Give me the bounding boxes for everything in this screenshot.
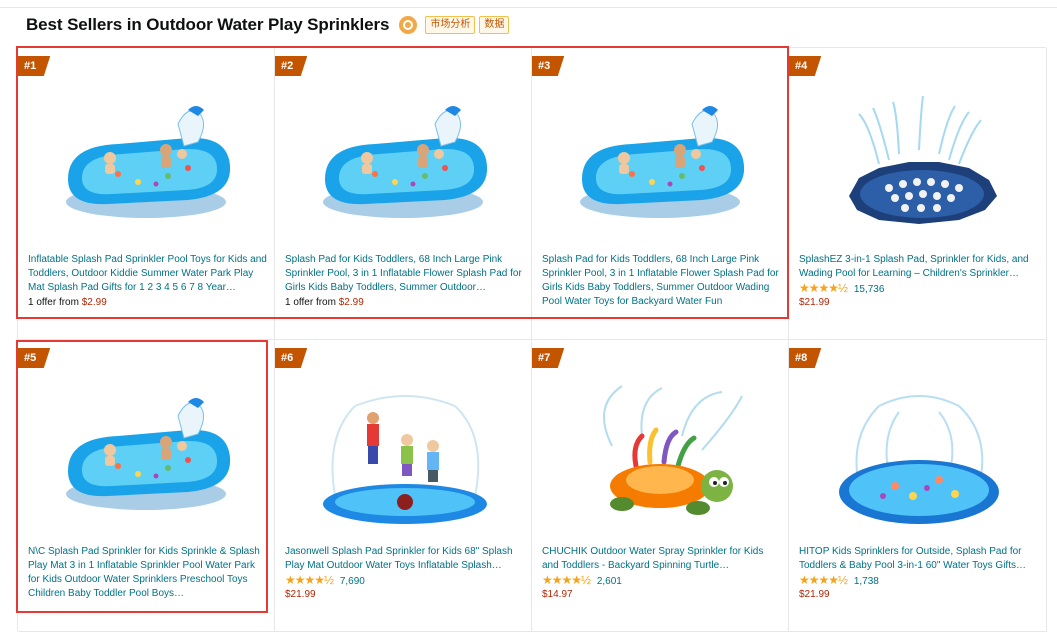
top-divider [0,7,1057,8]
price: $21.99 [285,589,316,600]
rank-badge: #7 [532,348,565,368]
product-card-6[interactable]: #6 Jasonwell Splash Pad Sprinkler for Ki… [275,340,532,632]
turtle-sprinkler-icon[interactable] [552,376,770,536]
rating-row: ★★★★½ 15,736 [799,282,884,296]
rank-badge: #6 [275,348,308,368]
review-count-link[interactable]: 2,601 [597,576,622,587]
product-title-link[interactable]: Jasonwell Splash Pad Sprinkler for Kids … [285,545,525,573]
product-title-link[interactable]: HITOP Kids Sprinklers for Outside, Splas… [799,545,1039,573]
rank-badge: #5 [18,348,51,368]
offer-prefix: 1 offer from [28,297,79,308]
offer-prefix: 1 offer from [285,297,336,308]
round-splash-pad-icon[interactable] [809,376,1027,536]
product-title-link[interactable]: SplashEZ 3-in-1 Splash Pad, Sprinkler fo… [799,253,1039,281]
product-title-link[interactable]: N\C Splash Pad Sprinkler for Kids Sprink… [28,545,268,601]
offer-line: 1 offer from $2.99 [28,296,107,309]
splash-mat-icon[interactable] [809,84,1027,244]
data-button[interactable]: 数据 [479,16,510,34]
product-card-7[interactable]: #7 CHUCHIK Outdoor Water Spray Sprinkler… [532,340,789,632]
price: $21.99 [799,589,830,600]
star-rating-icon[interactable]: ★★★★½ [799,281,848,295]
kids-splash-pad-icon[interactable] [295,376,513,536]
review-count-link[interactable]: 15,736 [854,284,885,295]
rank-badge: #1 [18,56,51,76]
rank-badge: #2 [275,56,308,76]
inflatable-pool-icon[interactable] [552,84,770,244]
bestsellers-grid: #1 Inflatable Splash Pad Sprinkler Pool … [17,47,1047,632]
product-card-2[interactable]: #2 Splash Pad for Kids Toddlers, 68 Inch… [275,48,532,340]
review-count-link[interactable]: 7,690 [340,576,365,587]
offer-line: 1 offer from $2.99 [285,296,364,309]
product-card-3[interactable]: #3 Splash Pad for Kids Toddlers, 68 Inch… [532,48,789,340]
rank-badge: #8 [789,348,822,368]
inflatable-pool-icon[interactable] [38,376,256,536]
rank-badge: #4 [789,56,822,76]
product-title-link[interactable]: Splash Pad for Kids Toddlers, 68 Inch La… [542,253,782,309]
product-card-5[interactable]: #5 N\C Splash Pad Sprinkler for Kids Spr… [18,340,275,632]
rank-badge: #3 [532,56,565,76]
star-rating-icon[interactable]: ★★★★½ [285,573,334,587]
page-title: Best Sellers in Outdoor Water Play Sprin… [26,15,390,34]
product-title-link[interactable]: CHUCHIK Outdoor Water Spray Sprinkler fo… [542,545,782,573]
review-count-link[interactable]: 1,738 [854,576,879,587]
product-card-1[interactable]: #1 Inflatable Splash Pad Sprinkler Pool … [18,48,275,340]
price: $14.97 [542,589,573,600]
inflatable-pool-icon[interactable] [38,84,256,244]
rating-row: ★★★★½ 7,690 [285,574,365,588]
product-card-8[interactable]: #8 HITOP Kids Sprinklers for Outside, Sp… [789,340,1047,632]
offer-price-link[interactable]: $2.99 [339,297,364,308]
inflatable-pool-icon[interactable] [295,84,513,244]
price: $21.99 [799,297,830,308]
rating-row: ★★★★½ 2,601 [542,574,622,588]
extension-logo-icon[interactable] [399,16,418,34]
market-analysis-button[interactable]: 市场分析 [425,16,476,34]
star-rating-icon[interactable]: ★★★★½ [542,573,591,587]
star-rating-icon[interactable]: ★★★★½ [799,573,848,587]
offer-price-link[interactable]: $2.99 [82,297,107,308]
page-header: Best Sellers in Outdoor Water Play Sprin… [26,13,510,37]
product-card-4[interactable]: #4 SplashEZ 3-in-1 Splash Pad, Sprinkler… [789,48,1047,340]
rating-row: ★★★★½ 1,738 [799,574,879,588]
